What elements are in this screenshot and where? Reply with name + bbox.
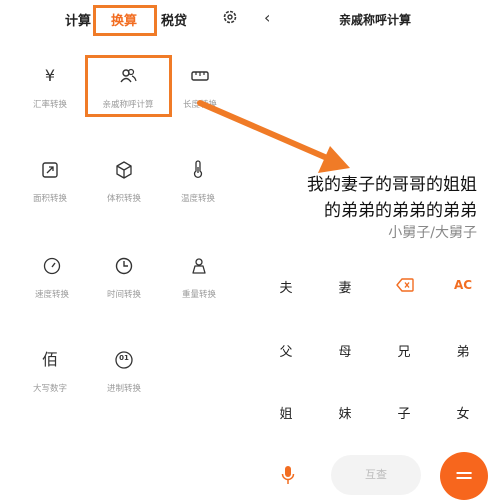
item-highlight-box (85, 55, 172, 117)
item-time[interactable]: 时间转换 (84, 256, 164, 300)
backspace-icon[interactable] (385, 277, 425, 292)
item-label: 汇率转换 (32, 100, 67, 110)
item-temperature[interactable]: 温度转换 (158, 160, 238, 204)
cube-icon (116, 161, 132, 179)
weight-icon (192, 258, 206, 274)
swap-lookup-button[interactable]: 互查 (331, 455, 421, 495)
item-exchange-rate[interactable]: ¥ 汇率转换 (10, 66, 90, 110)
item-label: 重量转换 (181, 290, 216, 300)
page-title: 亲戚称呼计算 (338, 13, 411, 27)
key-daughter[interactable]: 女 (443, 403, 483, 422)
key-father[interactable]: 父 (266, 341, 306, 360)
bai-icon: 佰 (41, 350, 58, 369)
item-volume[interactable]: 体积转换 (84, 160, 164, 204)
thermometer-icon (193, 160, 203, 179)
equals-button[interactable]: = (440, 452, 488, 500)
item-base-conversion[interactable]: 01 进制转换 (84, 350, 164, 394)
item-label: 面积转换 (32, 194, 67, 204)
key-younger-sister[interactable]: 妹 (325, 403, 365, 422)
speedometer-icon (43, 257, 61, 275)
ruler-icon (191, 71, 209, 81)
item-label: 大写数字 (32, 384, 67, 394)
clock-icon (115, 257, 133, 275)
expression-line-1: 我的妻子的哥哥的姐姐 (307, 175, 477, 195)
key-elder-sister[interactable]: 姐 (266, 403, 306, 422)
item-uppercase-number[interactable]: 佰 大写数字 (10, 350, 90, 394)
binary-icon-text: 01 (119, 354, 129, 362)
item-label: 时间转换 (106, 290, 141, 300)
tab-calculate[interactable]: 计算 (65, 10, 91, 29)
tab-highlight-box (93, 5, 157, 36)
gear-icon[interactable] (222, 9, 238, 25)
item-label: 进制转换 (106, 384, 141, 394)
key-younger-brother[interactable]: 弟 (443, 341, 483, 360)
area-icon (42, 162, 58, 178)
binary-icon: 01 (114, 350, 134, 370)
result-text: 小舅子/大舅子 (388, 225, 477, 241)
item-weight[interactable]: 重量转换 (159, 256, 239, 300)
key-son[interactable]: 子 (384, 403, 424, 422)
converter-panel: 计算 换算 税贷 ¥ 汇率转换 亲戚称呼计算 长度转换 面积转换 体积转换 温度… (0, 0, 250, 500)
expression-line-2: 的弟弟的弟弟的弟弟 (324, 201, 477, 221)
item-speed[interactable]: 速度转换 (12, 256, 92, 300)
tab-tax-loan[interactable]: 税贷 (161, 10, 187, 29)
key-clear-all[interactable]: AC (443, 278, 483, 292)
item-area[interactable]: 面积转换 (10, 160, 90, 204)
item-label: 速度转换 (34, 290, 69, 300)
item-length[interactable]: 长度转换 (160, 66, 240, 110)
yen-icon: ¥ (44, 66, 56, 85)
relative-title-panel (250, 0, 500, 500)
item-label: 长度转换 (182, 100, 217, 110)
key-mother[interactable]: 母 (325, 341, 365, 360)
microphone-icon[interactable] (280, 465, 296, 485)
item-label: 体积转换 (106, 194, 141, 204)
key-elder-brother[interactable]: 兄 (384, 341, 424, 360)
key-husband[interactable]: 夫 (266, 277, 306, 296)
item-label: 温度转换 (180, 194, 215, 204)
key-wife[interactable]: 妻 (325, 277, 365, 296)
